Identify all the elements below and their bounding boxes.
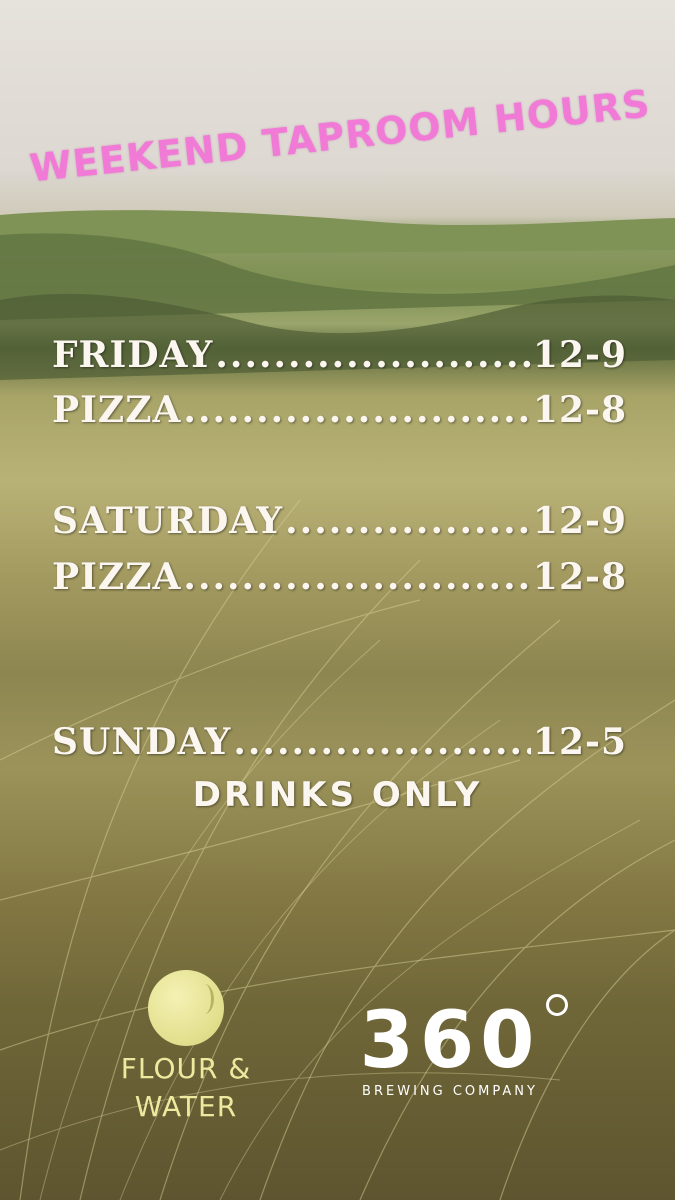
day-label: PIZZA	[52, 556, 182, 598]
schedule-row-friday-pizza: PIZZA 12-8	[52, 389, 627, 431]
schedule-row-friday: FRIDAY 12-9	[52, 334, 627, 376]
dot-leader	[215, 334, 531, 376]
day-label: PIZZA	[52, 389, 182, 431]
schedule-row-saturday: SATURDAY 12-9	[52, 500, 627, 542]
hours-value: 12-8	[532, 556, 627, 598]
dot-leader	[183, 556, 531, 598]
schedule-row-sunday: SUNDAY 12-5	[52, 721, 627, 763]
schedule-row-saturday-pizza: PIZZA 12-8	[52, 556, 627, 598]
degree-icon	[546, 994, 568, 1016]
hours-value: 12-8	[532, 389, 627, 431]
dot-leader	[183, 389, 531, 431]
sunday-note: DRINKS ONLY	[192, 775, 483, 815]
flour-water-line2: WATER	[134, 1090, 238, 1123]
dot-leader	[285, 500, 531, 542]
brewery-subtitle: BREWING COMPANY	[362, 1084, 538, 1099]
flour-water-line1: FLOUR &	[120, 1052, 252, 1085]
flour-water-ball-icon	[148, 970, 224, 1046]
brewery-number: 360	[359, 996, 541, 1086]
brewery-logo: 360 BREWING COMPANY	[330, 994, 570, 1099]
day-label: SATURDAY	[52, 500, 284, 542]
hours-value: 12-9	[532, 500, 627, 542]
day-label: SUNDAY	[52, 721, 232, 763]
day-label: FRIDAY	[52, 334, 214, 376]
hours-value: 12-5	[532, 721, 627, 763]
dot-leader	[233, 721, 531, 763]
flour-water-logo: FLOUR & WATER	[112, 970, 260, 1122]
hours-value: 12-9	[532, 334, 627, 376]
